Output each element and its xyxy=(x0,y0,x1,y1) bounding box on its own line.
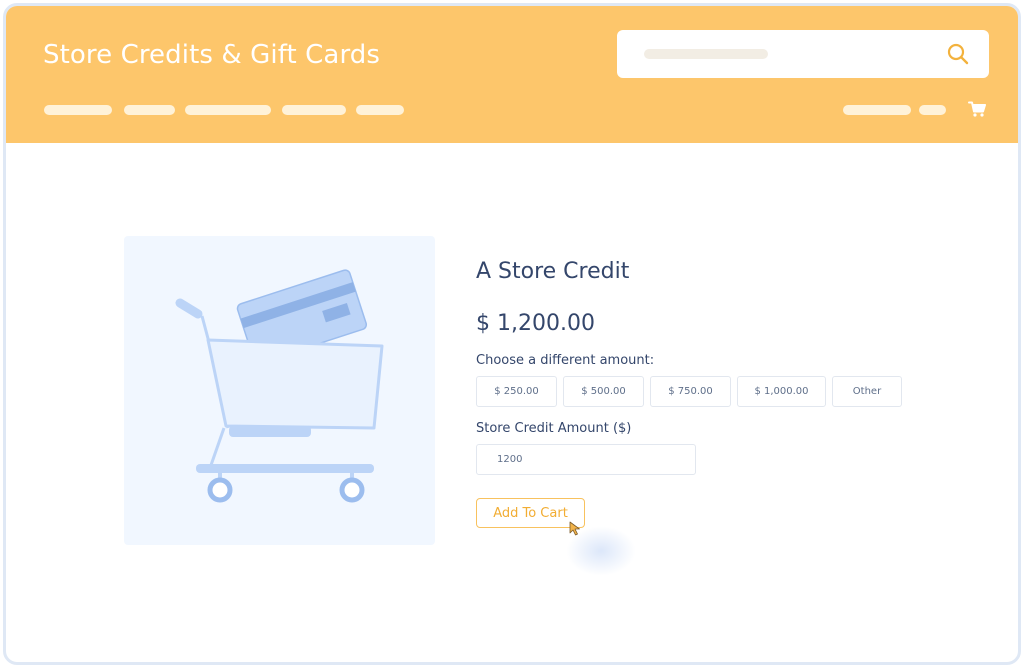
store-credit-amount-label: Store Credit Amount ($) xyxy=(476,421,632,436)
nav-item-3[interactable] xyxy=(185,105,271,115)
site-title: Store Credits & Gift Cards xyxy=(43,40,381,70)
amount-option-500[interactable]: $ 500.00 xyxy=(563,376,644,407)
product-image xyxy=(124,236,435,545)
amount-option-1000[interactable]: $ 1,000.00 xyxy=(737,376,826,407)
amount-option-750[interactable]: $ 750.00 xyxy=(650,376,731,407)
cart-icon[interactable] xyxy=(968,101,986,117)
site-header: Store Credits & Gift Cards xyxy=(6,6,1018,143)
amount-options-label: Choose a different amount: xyxy=(476,353,655,368)
shopping-cart-with-card-icon xyxy=(175,269,384,503)
nav-item-1[interactable] xyxy=(44,105,112,115)
search-icon[interactable] xyxy=(946,42,970,66)
nav-item-5[interactable] xyxy=(356,105,404,115)
store-credit-amount-input[interactable]: 1200 xyxy=(476,444,696,475)
nav-item-4[interactable] xyxy=(282,105,346,115)
product-title: A Store Credit xyxy=(476,259,630,284)
account-link[interactable] xyxy=(843,105,911,115)
mouse-pointer-icon xyxy=(569,521,580,536)
search-input[interactable] xyxy=(617,30,989,78)
browser-window: Store Credits & Gift Cards A Store Credi… xyxy=(3,3,1021,665)
account-link-2[interactable] xyxy=(919,105,946,115)
amount-option-other[interactable]: Other xyxy=(832,376,902,407)
search-placeholder xyxy=(644,49,768,59)
amount-option-250[interactable]: $ 250.00 xyxy=(476,376,557,407)
product-price: $ 1,200.00 xyxy=(476,311,595,336)
nav-item-2[interactable] xyxy=(124,105,175,115)
